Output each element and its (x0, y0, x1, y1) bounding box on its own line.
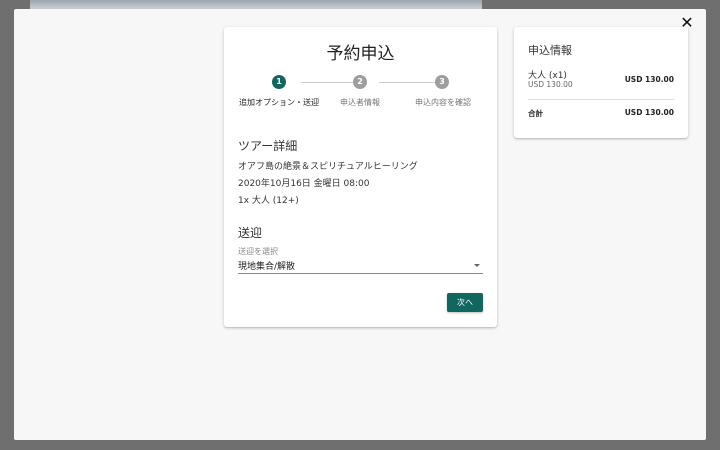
summary-total-label: 合計 (528, 109, 543, 118)
summary-divider (528, 99, 674, 100)
tour-name: オアフ島の絶景＆スピリチュアルヒーリング (238, 162, 418, 172)
summary-item-unit-price: USD 130.00 (528, 80, 573, 89)
step-connector (301, 82, 361, 83)
step-3-indicator: 3 (435, 75, 449, 89)
step-2-label: 申込者情報 (340, 98, 380, 107)
next-button[interactable]: 次へ (447, 293, 483, 312)
booking-summary-card: 申込情報 大人 (x1) USD 130.00 USD 130.00 合計 US… (514, 27, 688, 138)
dropdown-arrow-icon (474, 264, 480, 267)
summary-item-price: USD 130.00 (624, 75, 674, 84)
summary-total-value: USD 130.00 (624, 108, 674, 117)
booking-modal: ✕ 予約申込 1 2 3 追加オプション・送迎 申込者情報 申込内容を確認 ツア… (14, 9, 706, 440)
tour-participants: 1x 大人 (12+) (238, 196, 299, 206)
transfer-select-value: 現地集合/解散 (238, 262, 296, 272)
step-1-indicator: 1 (272, 75, 286, 89)
step-progress: 1 2 3 追加オプション・送迎 申込者情報 申込内容を確認 (224, 75, 497, 125)
step-3-label: 申込内容を確認 (415, 98, 471, 107)
step-1-label: 追加オプション・送迎 (239, 98, 319, 107)
tour-datetime: 2020年10月16日 金曜日 08:00 (238, 179, 370, 189)
summary-title: 申込情報 (528, 44, 572, 57)
step-2-indicator: 2 (353, 75, 367, 89)
transfer-heading: 送迎 (238, 226, 263, 240)
booking-form-card: 予約申込 1 2 3 追加オプション・送迎 申込者情報 申込内容を確認 ツアー詳… (224, 27, 497, 327)
transfer-select[interactable]: 現地集合/解散 (238, 256, 483, 274)
tour-details-heading: ツアー詳細 (238, 139, 298, 153)
page-title: 予約申込 (326, 44, 395, 64)
